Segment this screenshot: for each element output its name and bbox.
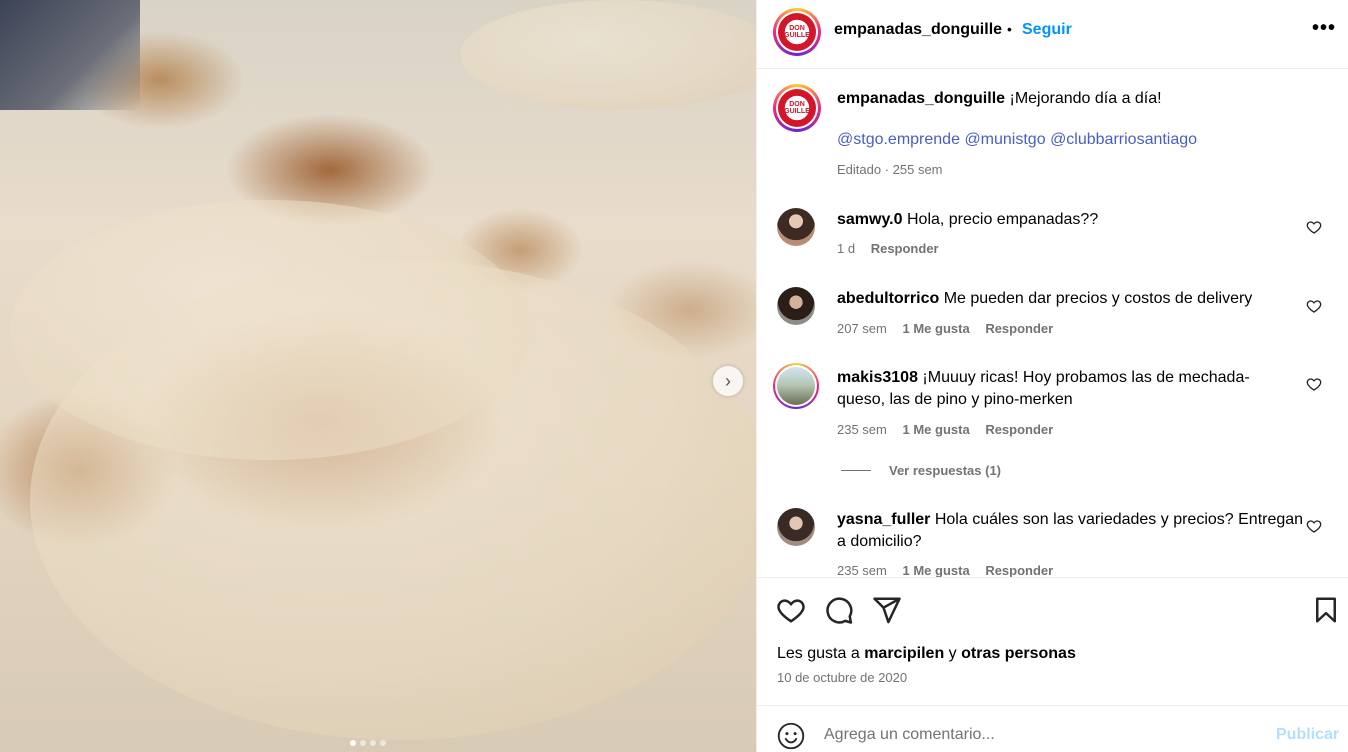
carousel-dot: [370, 740, 376, 746]
publish-button[interactable]: Publicar: [1276, 726, 1339, 744]
more-icon[interactable]: •••: [1312, 17, 1336, 40]
reply-button[interactable]: Responder: [985, 422, 1053, 437]
comment-input[interactable]: Agrega un comentario...: [824, 726, 995, 744]
reply-button[interactable]: Responder: [871, 241, 939, 256]
comment-line: yasna_fuller Hola cuáles son las varieda…: [837, 509, 1303, 531]
post-date: 10 de octubre de 2020: [777, 670, 908, 685]
liker-link[interactable]: marcipilen: [864, 645, 944, 662]
comment-text: Hola cuáles son las variedades y precios…: [934, 511, 1304, 528]
author-avatar[interactable]: DON GUILLE: [773, 8, 821, 56]
post-header: DON GUILLE empanadas_donguille • Seguir …: [757, 0, 1348, 69]
author-username[interactable]: empanadas_donguille: [834, 21, 1002, 39]
others-link[interactable]: otras personas: [961, 645, 1076, 662]
post-image: ›: [0, 0, 756, 752]
bookmark-icon[interactable]: [1311, 595, 1341, 625]
comment-likes[interactable]: 1 Me gusta: [903, 422, 970, 437]
avatar[interactable]: [777, 287, 815, 325]
heart-icon[interactable]: [776, 595, 806, 625]
comment-meta: 235 sem 1 Me gusta Responder: [837, 563, 1053, 577]
comment-time: 235 sem: [837, 563, 887, 577]
post-side-panel: DON GUILLE empanadas_donguille • Seguir …: [756, 0, 1348, 752]
logo-badge: DON GUILLE: [778, 89, 816, 127]
comment-time: 1 d: [837, 241, 856, 256]
comment-meta: 235 sem 1 Me gusta Responder: [837, 422, 1053, 437]
post-actions: Les gusta a marcipilen y otras personas …: [757, 577, 1348, 752]
author-avatar[interactable]: DON GUILLE: [773, 84, 821, 132]
comment-likes[interactable]: 1 Me gusta: [903, 321, 970, 336]
mention-link[interactable]: @stgo.emprende: [837, 131, 960, 148]
comment-time: 235 sem: [837, 422, 887, 437]
comment-text: Hola, precio empanadas??: [906, 211, 1099, 228]
carousel-dot: [360, 740, 366, 746]
comment-icon[interactable]: [824, 595, 854, 625]
comment-username[interactable]: samwy.0: [837, 211, 903, 228]
comment-username[interactable]: yasna_fuller: [837, 511, 930, 528]
comment-likes[interactable]: 1 Me gusta: [903, 563, 970, 577]
heart-icon[interactable]: [1306, 219, 1322, 235]
likes-prefix: Les gusta a: [777, 645, 860, 662]
caption-line: empanadas_donguille ¡Mejorando día a día…: [837, 88, 1162, 110]
add-comment-bar: Agrega un comentario... Publicar: [757, 705, 1348, 752]
avatar[interactable]: [777, 508, 815, 546]
comments-list[interactable]: DON GUILLE empanadas_donguille ¡Mejorand…: [757, 70, 1348, 577]
avatar[interactable]: [777, 208, 815, 246]
heart-icon[interactable]: [1306, 298, 1322, 314]
likes-and: y: [948, 645, 957, 662]
caption-text: ¡Mejorando día a día!: [1009, 90, 1162, 107]
comment-text: Me pueden dar precios y costos de delive…: [943, 290, 1253, 307]
comment-meta: 207 sem 1 Me gusta Responder: [837, 321, 1053, 336]
comment-time: 207 sem: [837, 321, 887, 336]
comment-text-continued: a domicilio?: [837, 533, 922, 550]
likes-summary: Les gusta a marcipilen y otras personas: [777, 645, 1076, 663]
comment-line: makis3108 ¡Muuuy ricas! Hoy probamos las…: [837, 367, 1250, 389]
avatar[interactable]: [777, 367, 815, 405]
carousel-dots: [350, 740, 386, 746]
mention-link[interactable]: @clubbarriosantiago: [1050, 131, 1197, 148]
comment-meta: 1 d Responder: [837, 241, 939, 256]
reply-button[interactable]: Responder: [985, 563, 1053, 577]
view-replies-button[interactable]: Ver respuestas (1): [889, 463, 1001, 478]
logo-badge: DON GUILLE: [778, 13, 816, 51]
heart-icon[interactable]: [1306, 518, 1322, 534]
mention-link[interactable]: @munistgo: [964, 131, 1045, 148]
replies-divider: [841, 470, 871, 471]
caption-meta: Editado · 255 sem: [837, 162, 943, 177]
carousel-dot: [350, 740, 356, 746]
emoji-icon[interactable]: [777, 722, 805, 750]
comment-line: samwy.0 Hola, precio empanadas??: [837, 209, 1098, 231]
reply-button[interactable]: Responder: [985, 321, 1053, 336]
empanada-shape: [30, 260, 756, 740]
follow-button[interactable]: Seguir: [1022, 21, 1072, 39]
comment-line: abedultorrico Me pueden dar precios y co…: [837, 288, 1252, 310]
carousel-next-button[interactable]: ›: [713, 366, 743, 396]
chevron-right-icon: ›: [725, 370, 731, 391]
separator-bullet: •: [1007, 21, 1012, 37]
story-ring[interactable]: [773, 363, 819, 409]
comment-username[interactable]: abedultorrico: [837, 290, 939, 307]
caption-username[interactable]: empanadas_donguille: [837, 90, 1005, 107]
photo-background-shadow: [0, 0, 140, 110]
share-icon[interactable]: [872, 595, 902, 625]
caption-mentions: @stgo.emprende @munistgo @clubbarriosant…: [837, 131, 1197, 149]
empanada-shape: [460, 0, 756, 110]
heart-icon[interactable]: [1306, 376, 1322, 392]
comment-text: ¡Muuuy ricas! Hoy probamos las de mechad…: [922, 369, 1250, 386]
carousel-dot: [380, 740, 386, 746]
comment-username[interactable]: makis3108: [837, 369, 918, 386]
comment-text-continued: queso, las de pino y pino-merken: [837, 391, 1073, 408]
